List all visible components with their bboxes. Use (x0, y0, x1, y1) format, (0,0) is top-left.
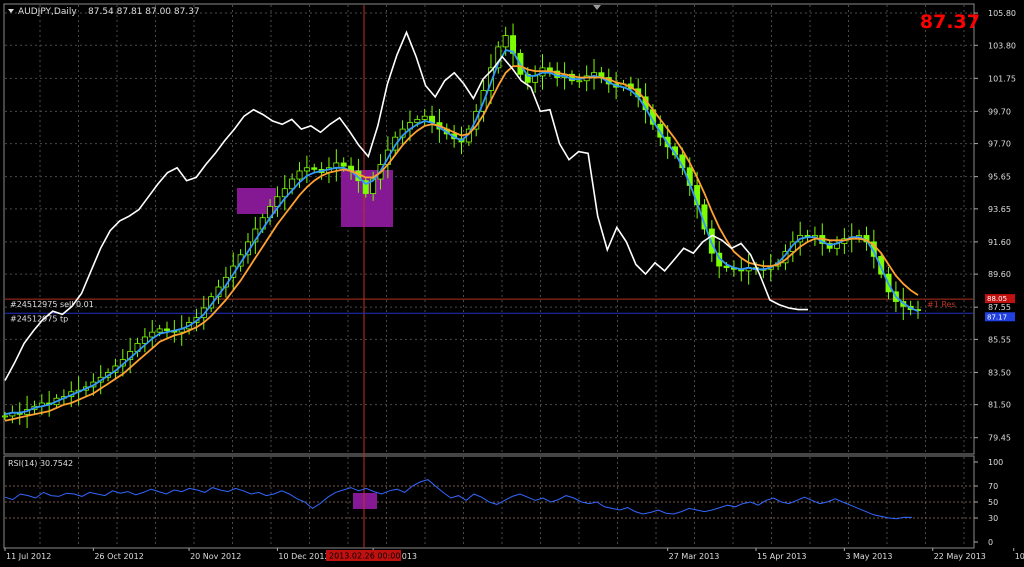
candle-body (421, 115, 428, 120)
time-tick-label: 11 Jul 2012 (6, 552, 51, 561)
rsi-tick-label: 100 (988, 458, 1003, 467)
highlight-box-right (341, 170, 393, 227)
candle-body (723, 265, 730, 269)
candle-body (311, 167, 318, 170)
price-tick-label: 87.55 (988, 303, 1011, 312)
price-tick-label: 91.60 (988, 238, 1011, 247)
time-tick-label: 20 Nov 2012 (190, 552, 241, 561)
price-tick-label: 81.50 (988, 401, 1011, 410)
price-tick-label: 93.65 (988, 205, 1011, 214)
price-chart[interactable]: 105.80 103.80 101.75 99.70 97.70 95.65 93.65 91… (0, 0, 1024, 567)
cursor-date-text: 2013.02.26 00:00 (329, 552, 400, 561)
time-tick-label: 26 Oct 2012 (94, 552, 143, 561)
candle-body (303, 167, 310, 172)
price-tick-label: 85.55 (988, 335, 1011, 344)
price-tick-label: 83.50 (988, 368, 1011, 377)
candle-body (296, 170, 303, 180)
resistance-label: #1 Res (927, 300, 956, 309)
candle-body (502, 35, 509, 48)
time-tick-label: 27 Mar 2013 (669, 552, 720, 561)
candle-body (414, 119, 421, 124)
rsi-label: RSI(14) 30.7542 (8, 459, 73, 468)
candle-body (164, 328, 170, 331)
rsi-tick-label: 70 (988, 482, 998, 491)
candle-body (149, 331, 156, 338)
time-tick-label: 10 Jun 2013 (1015, 552, 1024, 561)
candle-body (340, 162, 347, 167)
candle-body (532, 75, 539, 83)
price-tick-label: 97.70 (988, 140, 1011, 149)
rsi-tick-label: 0 (988, 538, 993, 547)
time-tick-label: 10 Dec 2012 (278, 552, 329, 561)
ohlc-label: 87.54 87.81 87.00 87.37 (88, 7, 200, 17)
time-tick-label: 15 Apr 2013 (757, 552, 806, 561)
price-tick-label: 103.80 (988, 41, 1016, 50)
price-tick-label: 101.75 (988, 74, 1016, 83)
price-tick-label: 95.65 (988, 173, 1011, 182)
current-price-tag-text: 87.17 (987, 313, 1007, 321)
rsi-tick-label: 50 (988, 498, 998, 507)
time-tick-label: 22 May 2013 (934, 552, 986, 561)
tp-order-label[interactable]: #24512975 tp (10, 314, 68, 323)
sell-order-label[interactable]: #24512975 sell 0.01 (10, 300, 94, 309)
candle-body (2, 415, 8, 418)
symbol-label: AUDJPY,Daily (18, 7, 77, 17)
sell-price-tag-text: 88.05 (987, 295, 1007, 303)
price-tick-label: 99.70 (988, 107, 1011, 116)
price-tick-label: 105.80 (988, 9, 1016, 18)
rsi-tick-label: 30 (988, 514, 998, 523)
rsi-highlight-box (353, 493, 377, 509)
candle-body (576, 80, 583, 83)
candle-body (156, 328, 163, 333)
price-tick-label: 79.45 (988, 434, 1011, 443)
big-price: 87.37 (920, 11, 980, 33)
price-tick-label: 89.60 (988, 270, 1011, 279)
time-tick-label: 3 May 2013 (845, 552, 892, 561)
